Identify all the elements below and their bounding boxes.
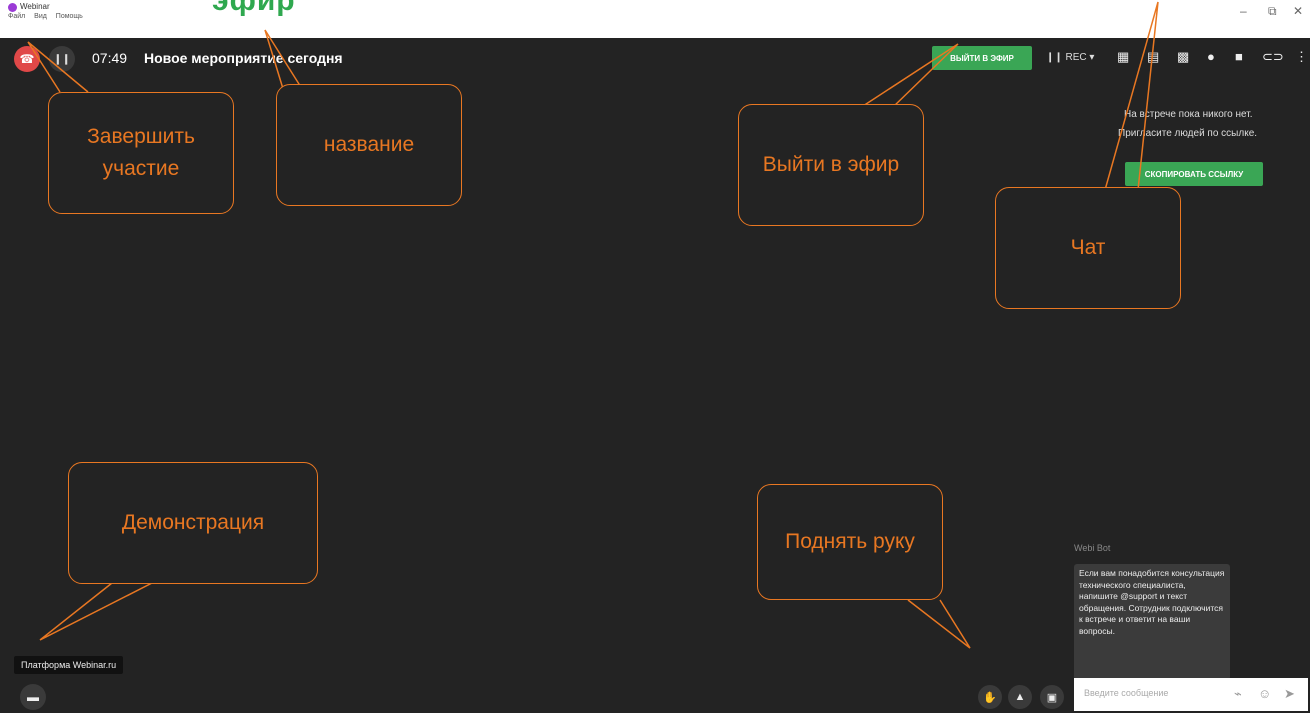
menu-item-view[interactable]: Вид	[34, 13, 47, 20]
pause-button[interactable]: ❙❙	[49, 46, 75, 72]
chat-input[interactable]: Введите сообщение ⌁ ☺ ➤	[1074, 678, 1308, 711]
overlay-title: эфир	[212, 0, 296, 17]
bot-message: Если вам понадобится консультация технич…	[1074, 564, 1230, 680]
end-call-button[interactable]: ☎	[14, 46, 40, 72]
bot-name: Webi Bot	[1074, 543, 1111, 553]
attach-icon[interactable]: ⌁	[1234, 686, 1242, 702]
callout-go-live: Выйти в эфир	[738, 104, 924, 226]
link-icon[interactable]: ⊂⊃	[1262, 50, 1284, 64]
screen-share-button[interactable]: ▬	[20, 684, 46, 710]
flame-icon: ▲	[1014, 691, 1026, 703]
files-icon[interactable]: ■	[1235, 50, 1243, 64]
empty-room-text: На встрече пока никого нет.	[1124, 109, 1253, 120]
questions-icon[interactable]: ▩	[1177, 50, 1189, 64]
record-button[interactable]: ❙❙ REC ▾	[1046, 52, 1094, 63]
raise-hand-button[interactable]: ✋	[978, 685, 1002, 709]
layout-icon[interactable]: ▦	[1117, 50, 1129, 64]
webinar-logo-icon	[8, 3, 17, 12]
menu-item-help[interactable]: Помощь	[56, 13, 83, 20]
minimize-icon[interactable]: –	[1240, 4, 1247, 18]
callout-hand: Поднять руку	[757, 484, 943, 600]
emoji-icon[interactable]: ☺	[1258, 686, 1271, 701]
callout-demo: Демонстрация	[68, 462, 318, 584]
hand-icon: ✋	[983, 691, 997, 704]
callout-title: название	[276, 84, 462, 206]
more-options-icon[interactable]: ⋮	[1295, 50, 1308, 64]
meeting-timer: 07:49	[92, 50, 128, 66]
window-titlebar: Webinar Файл Вид Помощь эфир – ⧉ ✕	[0, 0, 1310, 24]
pause-icon: ❙❙	[53, 53, 71, 65]
window-title: Webinar	[20, 2, 50, 11]
participants-icon[interactable]: ●	[1207, 50, 1215, 64]
chat-icon[interactable]: ▤	[1147, 50, 1159, 64]
pip-icon: ▣	[1046, 691, 1058, 704]
menu-item-file[interactable]: Файл	[8, 13, 25, 20]
platform-label: Платформа Webinar.ru	[14, 656, 124, 674]
event-title[interactable]: Новое мероприятие сегодня	[144, 50, 343, 66]
reactions-button[interactable]: ▲	[1008, 685, 1032, 709]
picture-in-picture-button[interactable]: ▣	[1040, 685, 1064, 709]
phone-hangup-icon: ☎	[19, 52, 35, 66]
go-live-button[interactable]: ВЫЙТИ В ЭФИР	[932, 46, 1032, 70]
menu-bar: Файл Вид Помощь	[8, 13, 90, 20]
invite-text: Пригласите людей по ссылке.	[1118, 128, 1258, 139]
chat-input-placeholder: Введите сообщение	[1084, 688, 1169, 698]
callout-chat: Чат	[995, 187, 1181, 309]
monitor-icon: ▬	[27, 690, 39, 704]
top-toolbar: ☎ ❙❙ 07:49 Новое мероприятие сегодня ВЫЙ…	[0, 38, 1310, 78]
close-icon[interactable]: ✕	[1293, 4, 1303, 18]
send-icon[interactable]: ➤	[1284, 686, 1295, 702]
restore-icon[interactable]: ⧉	[1268, 4, 1277, 18]
copy-link-button[interactable]: СКОПИРОВАТЬ ССЫЛКУ	[1125, 162, 1263, 186]
callout-end: Завершить участие	[48, 92, 234, 214]
